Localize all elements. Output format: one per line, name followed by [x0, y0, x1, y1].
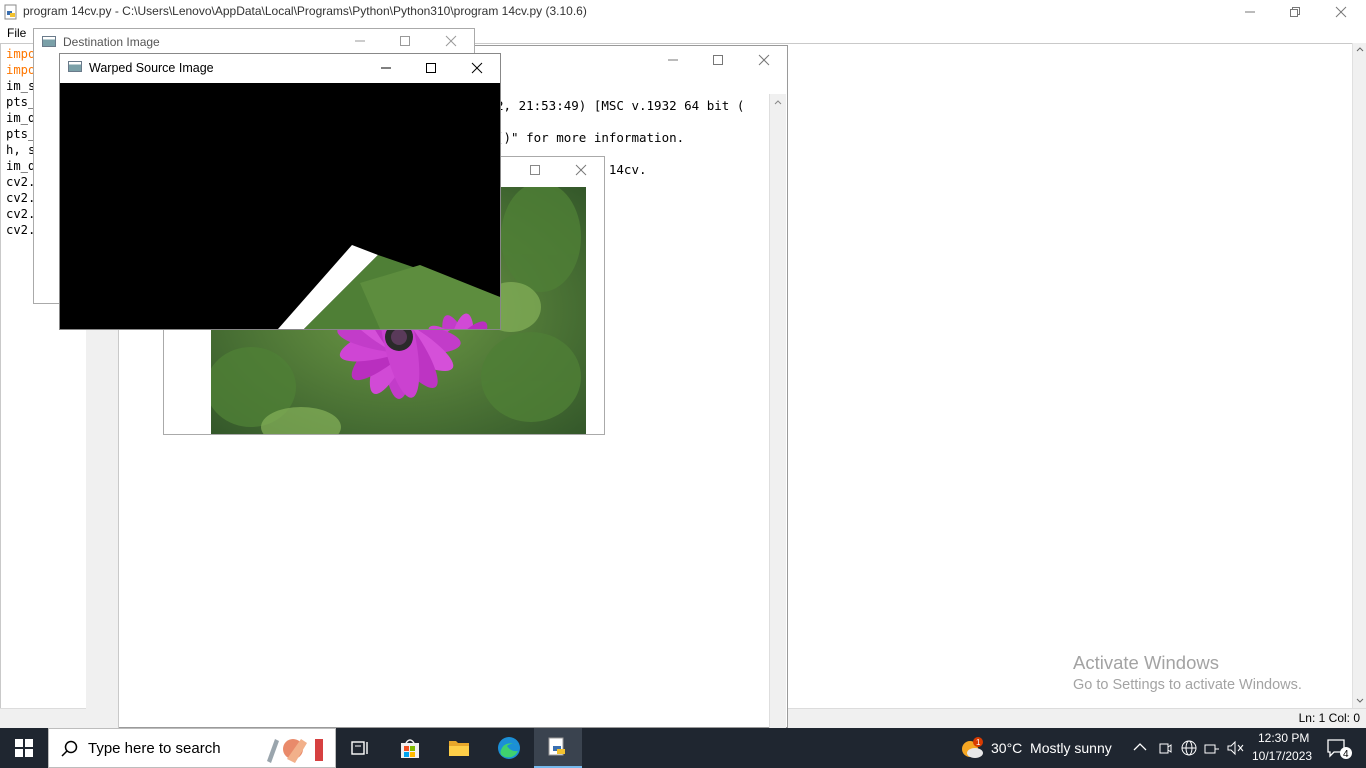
python-file-icon: [4, 4, 17, 20]
taskbar-python-idle-app[interactable]: [534, 728, 582, 768]
shell-line: 2, 21:53:49) [MSC v.1932 64 bit (: [496, 98, 745, 113]
weather-sun-icon[interactable]: 1: [960, 737, 984, 759]
code-line: cv2.: [6, 191, 36, 205]
code-line: cv2.: [6, 175, 36, 189]
close-icon: [758, 54, 770, 66]
scroll-down-icon[interactable]: [1356, 698, 1364, 704]
scroll-up-icon[interactable]: [774, 99, 782, 105]
close-icon: [445, 35, 457, 47]
source-close-button[interactable]: [558, 158, 604, 182]
maximize-icon: [713, 55, 723, 65]
notification-count: 4: [1343, 749, 1349, 760]
code-line: cv2.: [6, 223, 36, 237]
windows-logo-icon: [15, 739, 33, 757]
destination-minimize-button[interactable]: [337, 29, 383, 53]
network-globe-icon[interactable]: [1181, 740, 1197, 756]
editor-title: program 14cv.py - C:\Users\Lenovo\AppDat…: [23, 4, 587, 18]
warped-image: [60, 83, 500, 329]
minimize-icon: [355, 40, 365, 42]
menu-file[interactable]: File: [7, 26, 26, 40]
maximize-icon: [400, 36, 410, 46]
warped-close-button[interactable]: [454, 55, 500, 81]
code-line: im_s: [6, 79, 36, 93]
search-highlight-icon: [267, 739, 323, 763]
search-placeholder: Type here to search: [88, 740, 221, 757]
code-line: impo: [6, 63, 36, 77]
start-button[interactable]: [0, 728, 48, 768]
scroll-up-icon[interactable]: [1356, 46, 1364, 52]
code-text: impo impo im_s pts_ im_d pts_ h, s im_d …: [6, 46, 35, 238]
store-icon: [401, 739, 419, 758]
restore-icon: [1290, 7, 1300, 17]
minimize-icon: [1245, 11, 1255, 13]
close-icon: [471, 62, 483, 74]
minimize-icon: [668, 59, 678, 61]
folder-icon: [449, 741, 469, 756]
python-idle-icon: [548, 737, 565, 756]
minimize-icon: [381, 67, 391, 69]
close-icon: [575, 164, 587, 176]
editor-minimize-button[interactable]: [1227, 0, 1273, 24]
warped-minimize-button[interactable]: [363, 55, 409, 81]
editor-close-button[interactable]: [1318, 0, 1364, 24]
meet-now-icon[interactable]: [1158, 740, 1172, 756]
editor-restore-button[interactable]: [1272, 0, 1318, 24]
activation-watermark-subtitle: Go to Settings to activate Windows.: [1073, 677, 1302, 693]
weather-badge: 1: [976, 738, 981, 747]
volume-muted-icon[interactable]: [1227, 740, 1245, 756]
warped-window-title: Warped Source Image: [89, 61, 214, 75]
edge-browser-icon: [498, 737, 520, 759]
clock-time[interactable]: 12:30 PM: [1258, 731, 1309, 745]
shell-maximize-button[interactable]: [695, 46, 741, 74]
activation-watermark-title: Activate Windows: [1073, 652, 1219, 673]
code-line: cv2.: [6, 207, 36, 221]
cursor-position: Ln: 1 Col: 0: [1298, 711, 1360, 725]
task-view-icon: [351, 741, 368, 755]
code-line: im_d: [6, 159, 36, 173]
editor-vertical-scrollbar[interactable]: [1352, 43, 1366, 708]
warped-image-canvas: [60, 83, 500, 329]
maximize-icon: [426, 63, 436, 73]
code-line: pts_: [6, 127, 36, 141]
battery-plug-icon[interactable]: [1204, 740, 1220, 756]
code-line: h, s: [6, 143, 36, 157]
taskbar-store-app[interactable]: [386, 728, 434, 768]
taskbar-edge-app[interactable]: [485, 728, 533, 768]
opencv-window-icon: [42, 36, 56, 47]
notification-icon: 4: [1327, 739, 1352, 760]
destination-window-title: Destination Image: [63, 35, 160, 49]
shell-line: ()" for more information.: [496, 130, 685, 145]
shell-minimize-button[interactable]: [650, 46, 696, 74]
taskbar-file-explorer-app[interactable]: [435, 728, 483, 768]
maximize-icon: [530, 165, 540, 175]
shell-close-button[interactable]: [741, 46, 787, 74]
source-maximize-button[interactable]: [512, 158, 558, 182]
shell-vertical-scrollbar[interactable]: [769, 94, 786, 728]
weather-text[interactable]: 30°C Mostly sunny: [991, 740, 1112, 756]
destination-close-button[interactable]: [428, 29, 474, 53]
code-line: impo: [6, 47, 36, 61]
action-center-button[interactable]: 4: [1320, 728, 1360, 768]
task-view-button[interactable]: [336, 728, 384, 768]
chevron-up-icon[interactable]: [1133, 742, 1147, 752]
close-icon: [1335, 6, 1347, 18]
code-line: im_d: [6, 111, 36, 125]
code-line: pts_: [6, 95, 36, 109]
opencv-window-icon: [68, 61, 82, 72]
warped-maximize-button[interactable]: [408, 55, 454, 81]
clock-date[interactable]: 10/17/2023: [1252, 749, 1312, 763]
search-icon: [61, 740, 78, 757]
destination-maximize-button[interactable]: [382, 29, 428, 53]
